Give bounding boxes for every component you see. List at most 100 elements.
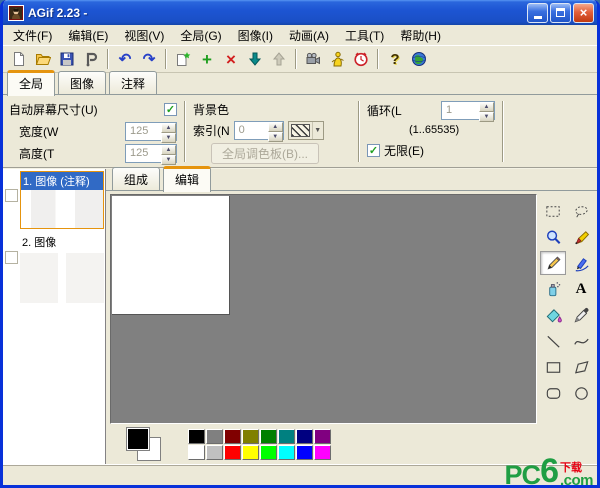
- timer-button[interactable]: [349, 48, 373, 71]
- width-value[interactable]: 125: [126, 123, 161, 140]
- menu-edit[interactable]: 编辑(E): [60, 24, 116, 47]
- play-animation-button[interactable]: [325, 48, 349, 71]
- pencil-tool[interactable]: [540, 251, 566, 275]
- frame-2-card[interactable]: 2. 图像: [20, 233, 104, 303]
- index-label: 索引(N: [193, 122, 230, 139]
- spin-up-icon[interactable]: ▲: [161, 145, 176, 155]
- spin-down-icon[interactable]: ▼: [268, 132, 283, 142]
- undo-button[interactable]: ↶: [113, 48, 137, 71]
- width-stepper[interactable]: 125 ▲▼: [125, 122, 177, 141]
- menu-help[interactable]: 帮助(H): [392, 24, 449, 47]
- spin-down-icon[interactable]: ▼: [161, 155, 176, 165]
- color-swatch[interactable]: [314, 445, 331, 460]
- help-button[interactable]: ?: [383, 48, 407, 71]
- app-icon: [8, 5, 24, 21]
- line-tool[interactable]: [540, 329, 566, 353]
- color-swatch[interactable]: [224, 429, 241, 444]
- fill-tool[interactable]: [540, 303, 566, 327]
- frame-image[interactable]: [112, 196, 230, 315]
- color-swatch[interactable]: [260, 445, 277, 460]
- web-button[interactable]: [407, 48, 431, 71]
- color-swatch[interactable]: [206, 445, 223, 460]
- menu-global[interactable]: 全局(G): [172, 24, 229, 47]
- spin-up-icon[interactable]: ▲: [479, 102, 494, 112]
- new-button[interactable]: [7, 48, 31, 71]
- new-frame-button[interactable]: [171, 48, 195, 71]
- background-color-picker[interactable]: ▼: [288, 121, 324, 140]
- rounded-rectangle-tool[interactable]: [540, 381, 566, 405]
- spin-down-icon[interactable]: ▼: [161, 133, 176, 143]
- export-button[interactable]: [79, 48, 103, 71]
- frame-item-1[interactable]: 1. 图像 (注释): [4, 171, 104, 229]
- minimize-button[interactable]: [527, 3, 548, 23]
- spin-up-icon[interactable]: ▲: [161, 123, 176, 133]
- color-swatch[interactable]: [260, 429, 277, 444]
- save-button[interactable]: [55, 48, 79, 71]
- spin-up-icon[interactable]: ▲: [268, 122, 283, 132]
- tab-image[interactable]: 图像: [58, 71, 106, 95]
- global-palette-button[interactable]: 全局调色板(B)...: [211, 143, 319, 164]
- window-title: AGif 2.23 -: [28, 6, 525, 20]
- tab-global[interactable]: 全局: [7, 70, 55, 96]
- height-value[interactable]: 125: [126, 145, 161, 162]
- move-down-button[interactable]: [243, 48, 267, 71]
- text-tool[interactable]: A: [568, 277, 594, 301]
- loop-stepper[interactable]: 1 ▲▼: [441, 101, 495, 120]
- move-up-button[interactable]: [267, 48, 291, 71]
- height-stepper[interactable]: 125 ▲▼: [125, 144, 177, 163]
- frame-2-checkbox[interactable]: [5, 251, 18, 264]
- eyedropper-tool[interactable]: [568, 303, 594, 327]
- polygon-tool[interactable]: [568, 355, 594, 379]
- index-value[interactable]: 0: [235, 122, 268, 139]
- export-icon: [83, 51, 99, 67]
- eyedropper-icon: [572, 306, 591, 325]
- lasso-tool[interactable]: [568, 199, 594, 223]
- redo-button[interactable]: ↷: [137, 48, 161, 71]
- menu-image[interactable]: 图像(I): [230, 24, 281, 47]
- frame-1-card[interactable]: 1. 图像 (注释): [20, 171, 104, 229]
- loop-value[interactable]: 1: [442, 102, 479, 119]
- auto-screen-size-checkbox[interactable]: ✓: [164, 103, 177, 116]
- color-swatch[interactable]: [206, 429, 223, 444]
- color-swatch[interactable]: [224, 445, 241, 460]
- rect-select-tool[interactable]: [540, 199, 566, 223]
- tab-comment[interactable]: 注释: [109, 71, 157, 95]
- rectangle-tool[interactable]: [540, 355, 566, 379]
- color-swatch[interactable]: [242, 429, 259, 444]
- menu-tools[interactable]: 工具(T): [337, 24, 392, 47]
- foreground-color-swatch[interactable]: [126, 427, 150, 451]
- edit-canvas[interactable]: [110, 194, 537, 424]
- preview-button[interactable]: [301, 48, 325, 71]
- menu-file[interactable]: 文件(F): [5, 24, 60, 47]
- open-button[interactable]: [31, 48, 55, 71]
- tab-edit[interactable]: 编辑: [163, 166, 211, 192]
- delete-button[interactable]: ×: [219, 48, 243, 71]
- zoom-tool[interactable]: [540, 225, 566, 249]
- color-swatch[interactable]: [242, 445, 259, 460]
- tab-composition[interactable]: 组成: [112, 167, 160, 191]
- curve-tool[interactable]: [568, 329, 594, 353]
- maximize-button[interactable]: [550, 3, 571, 23]
- frame-1-checkbox[interactable]: [5, 189, 18, 202]
- lasso-icon: [572, 202, 591, 221]
- spray-tool[interactable]: [540, 277, 566, 301]
- menu-view[interactable]: 视图(V): [116, 24, 172, 47]
- color-swatch[interactable]: [296, 445, 313, 460]
- color-swatch[interactable]: [188, 429, 205, 444]
- frame-item-2[interactable]: 2. 图像: [4, 233, 104, 303]
- color-swatch[interactable]: [188, 445, 205, 460]
- infinite-checkbox[interactable]: ✓: [367, 144, 380, 157]
- color-swatch[interactable]: [296, 429, 313, 444]
- color-swatch[interactable]: [278, 429, 295, 444]
- close-button[interactable]: ×: [573, 3, 594, 23]
- add-button[interactable]: +: [195, 48, 219, 71]
- color-swatch[interactable]: [278, 445, 295, 460]
- index-stepper[interactable]: 0 ▲▼: [234, 121, 284, 140]
- spin-down-icon[interactable]: ▼: [479, 112, 494, 122]
- rect-select-icon: [544, 202, 563, 221]
- marker-tool[interactable]: [568, 225, 594, 249]
- curve-pen-tool[interactable]: [568, 251, 594, 275]
- menu-animation[interactable]: 动画(A): [281, 24, 337, 47]
- color-swatch[interactable]: [314, 429, 331, 444]
- ellipse-tool[interactable]: [568, 381, 594, 405]
